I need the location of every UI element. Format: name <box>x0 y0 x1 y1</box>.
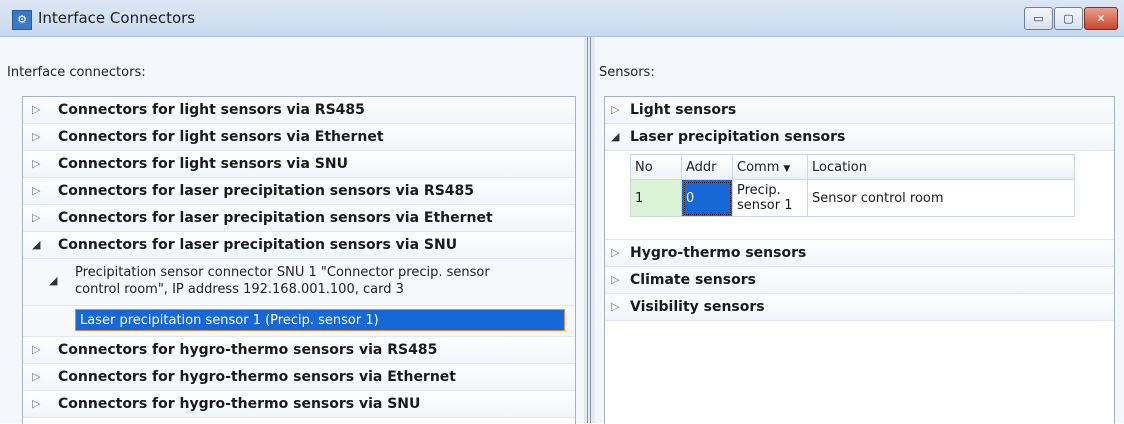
sensor-group[interactable]: ▷ Climate sensors <box>605 267 1114 294</box>
collapsed-arrow-icon[interactable]: ▷ <box>32 391 46 417</box>
connectors-tree[interactable]: ▷ Connectors for light sensors via RS485 … <box>22 96 576 424</box>
collapsed-arrow-icon[interactable]: ▷ <box>32 178 46 204</box>
tree-group-label: Connectors for laser precipitation senso… <box>58 183 475 199</box>
tree-group[interactable]: ▷ Connectors for light sensors via RS485 <box>23 97 575 124</box>
sensor-grid: No Addr Comm ▼ Location 1 0 Precip. sensor… <box>630 154 1075 217</box>
sensor-group-label: Light sensors <box>630 102 737 118</box>
collapsed-arrow-icon[interactable]: ▷ <box>32 97 46 123</box>
collapsed-arrow-icon[interactable]: ▷ <box>611 294 625 320</box>
sensor-group[interactable]: ▷ Visibility sensors <box>605 294 1114 321</box>
tree-group-label: Connectors for light sensors via SNU <box>58 156 348 172</box>
expanded-arrow-icon[interactable]: ◢ <box>611 124 625 150</box>
tree-group-label: Connectors for hygro-thermo sensors via … <box>58 369 456 385</box>
sensors-panel: Sensors: ▷ Light sensors ◢ Laser precipita… <box>595 37 1124 424</box>
sensors-tree[interactable]: ▷ Light sensors ◢ Laser precipitation sens… <box>604 96 1115 424</box>
app-icon: ⚙ <box>12 10 32 30</box>
tree-group-label: Connectors for light sensors via RS485 <box>58 102 365 118</box>
close-button[interactable]: ✕ <box>1084 7 1118 30</box>
table-row[interactable]: 1 0 Precip. sensor 1 Sensor control room <box>630 179 1075 217</box>
minimize-button[interactable]: ▭ <box>1024 7 1053 30</box>
collapsed-arrow-icon[interactable]: ▷ <box>32 151 46 177</box>
sensor-node-row: Laser precipitation sensor 1 (Precip. se… <box>23 306 575 337</box>
connector-node[interactable]: ◢ Precipitation sensor connector SNU 1 "… <box>23 259 575 306</box>
collapsed-arrow-icon[interactable]: ▷ <box>611 240 625 266</box>
cell-comm-line-1: Precip. <box>737 183 781 198</box>
collapsed-arrow-icon[interactable]: ▷ <box>32 205 46 231</box>
selected-sensor-node[interactable]: Laser precipitation sensor 1 (Precip. se… <box>75 309 565 331</box>
cell-comm[interactable]: Precip. sensor 1 <box>732 179 808 217</box>
tree-group[interactable]: ▷ Connectors for laser precipitation sens… <box>23 205 575 232</box>
tree-group-label: Connectors for laser precipitation senso… <box>58 210 493 226</box>
collapsed-arrow-icon[interactable]: ▷ <box>32 337 46 363</box>
title-bar: ⚙ Interface Connectors ▭ ▢ ✕ <box>0 0 1124 37</box>
filter-dropdown-icon[interactable]: ▼ <box>783 164 790 174</box>
connector-node-label: Precipitation sensor connector SNU 1 "Co… <box>75 264 575 298</box>
sensor-group[interactable]: ▷ Hygro-thermo sensors <box>605 240 1114 267</box>
interface-connectors-window: ⚙ Interface Connectors ▭ ▢ ✕ Interface c… <box>0 0 1124 424</box>
collapsed-arrow-icon[interactable]: ▷ <box>611 267 625 293</box>
tree-group[interactable]: ▷ Connectors for hygro-thermo sensors via… <box>23 337 575 364</box>
column-header-comm[interactable]: Comm ▼ <box>732 154 808 180</box>
tree-group[interactable]: ▷ Connectors for laser precipitation sens… <box>23 178 575 205</box>
panel-splitter[interactable] <box>584 37 595 423</box>
collapsed-arrow-icon[interactable]: ▷ <box>32 364 46 390</box>
interface-connectors-label: Interface connectors: <box>7 65 146 80</box>
tree-group[interactable]: ▷ Connectors for light sensors via SNU <box>23 151 575 178</box>
expanded-arrow-icon[interactable]: ◢ <box>49 274 57 287</box>
sensor-grid-container: No Addr Comm ▼ Location 1 0 Precip. sensor… <box>605 151 1114 240</box>
cell-comm-line-2: sensor 1 <box>737 198 793 213</box>
tree-group-label: Connectors for hygro-thermo sensors via … <box>58 396 421 412</box>
tree-group[interactable]: ▷ Connectors for hygro-thermo sensors via… <box>23 364 575 391</box>
sensor-group-label: Laser precipitation sensors <box>630 129 846 145</box>
sensor-group[interactable]: ▷ Light sensors <box>605 97 1114 124</box>
cell-addr[interactable]: 0 <box>681 179 733 217</box>
sensors-label: Sensors: <box>599 65 655 80</box>
tree-group[interactable]: ▷ Connectors for light sensors via Ethern… <box>23 124 575 151</box>
tree-group-label: Connectors for light sensors via Etherne… <box>58 129 384 145</box>
tree-group-label: Connectors for laser precipitation senso… <box>58 237 458 253</box>
sensor-group-label: Climate sensors <box>630 272 756 288</box>
column-header-addr[interactable]: Addr <box>681 154 733 180</box>
tree-group[interactable]: ▷ Connectors for hygro-thermo sensors via… <box>23 391 575 418</box>
sensor-group-label: Hygro-thermo sensors <box>630 245 807 261</box>
connector-line-1: Precipitation sensor connector SNU 1 "Co… <box>75 265 490 280</box>
collapsed-arrow-icon[interactable]: ▷ <box>32 124 46 150</box>
maximize-button[interactable]: ▢ <box>1054 7 1083 30</box>
cell-no[interactable]: 1 <box>630 179 682 217</box>
connector-line-2: control room", IP address 192.168.001.10… <box>75 282 404 297</box>
sensor-group-label: Visibility sensors <box>630 299 765 315</box>
column-header-comm-label: Comm <box>737 159 780 175</box>
sensor-group-expanded[interactable]: ◢ Laser precipitation sensors <box>605 124 1114 151</box>
tree-group-expanded[interactable]: ◢ Connectors for laser precipitation sens… <box>23 232 575 259</box>
interface-connectors-panel: Interface connectors: ▷ Connectors for li… <box>0 37 584 424</box>
tree-group-label: Connectors for hygro-thermo sensors via … <box>58 342 438 358</box>
window-title: Interface Connectors <box>38 9 196 27</box>
column-header-no[interactable]: No <box>630 154 682 180</box>
expanded-arrow-icon[interactable]: ◢ <box>32 232 46 258</box>
cell-location[interactable]: Sensor control room <box>807 179 1075 217</box>
collapsed-arrow-icon[interactable]: ▷ <box>611 97 625 123</box>
column-header-location[interactable]: Location <box>807 154 1075 180</box>
